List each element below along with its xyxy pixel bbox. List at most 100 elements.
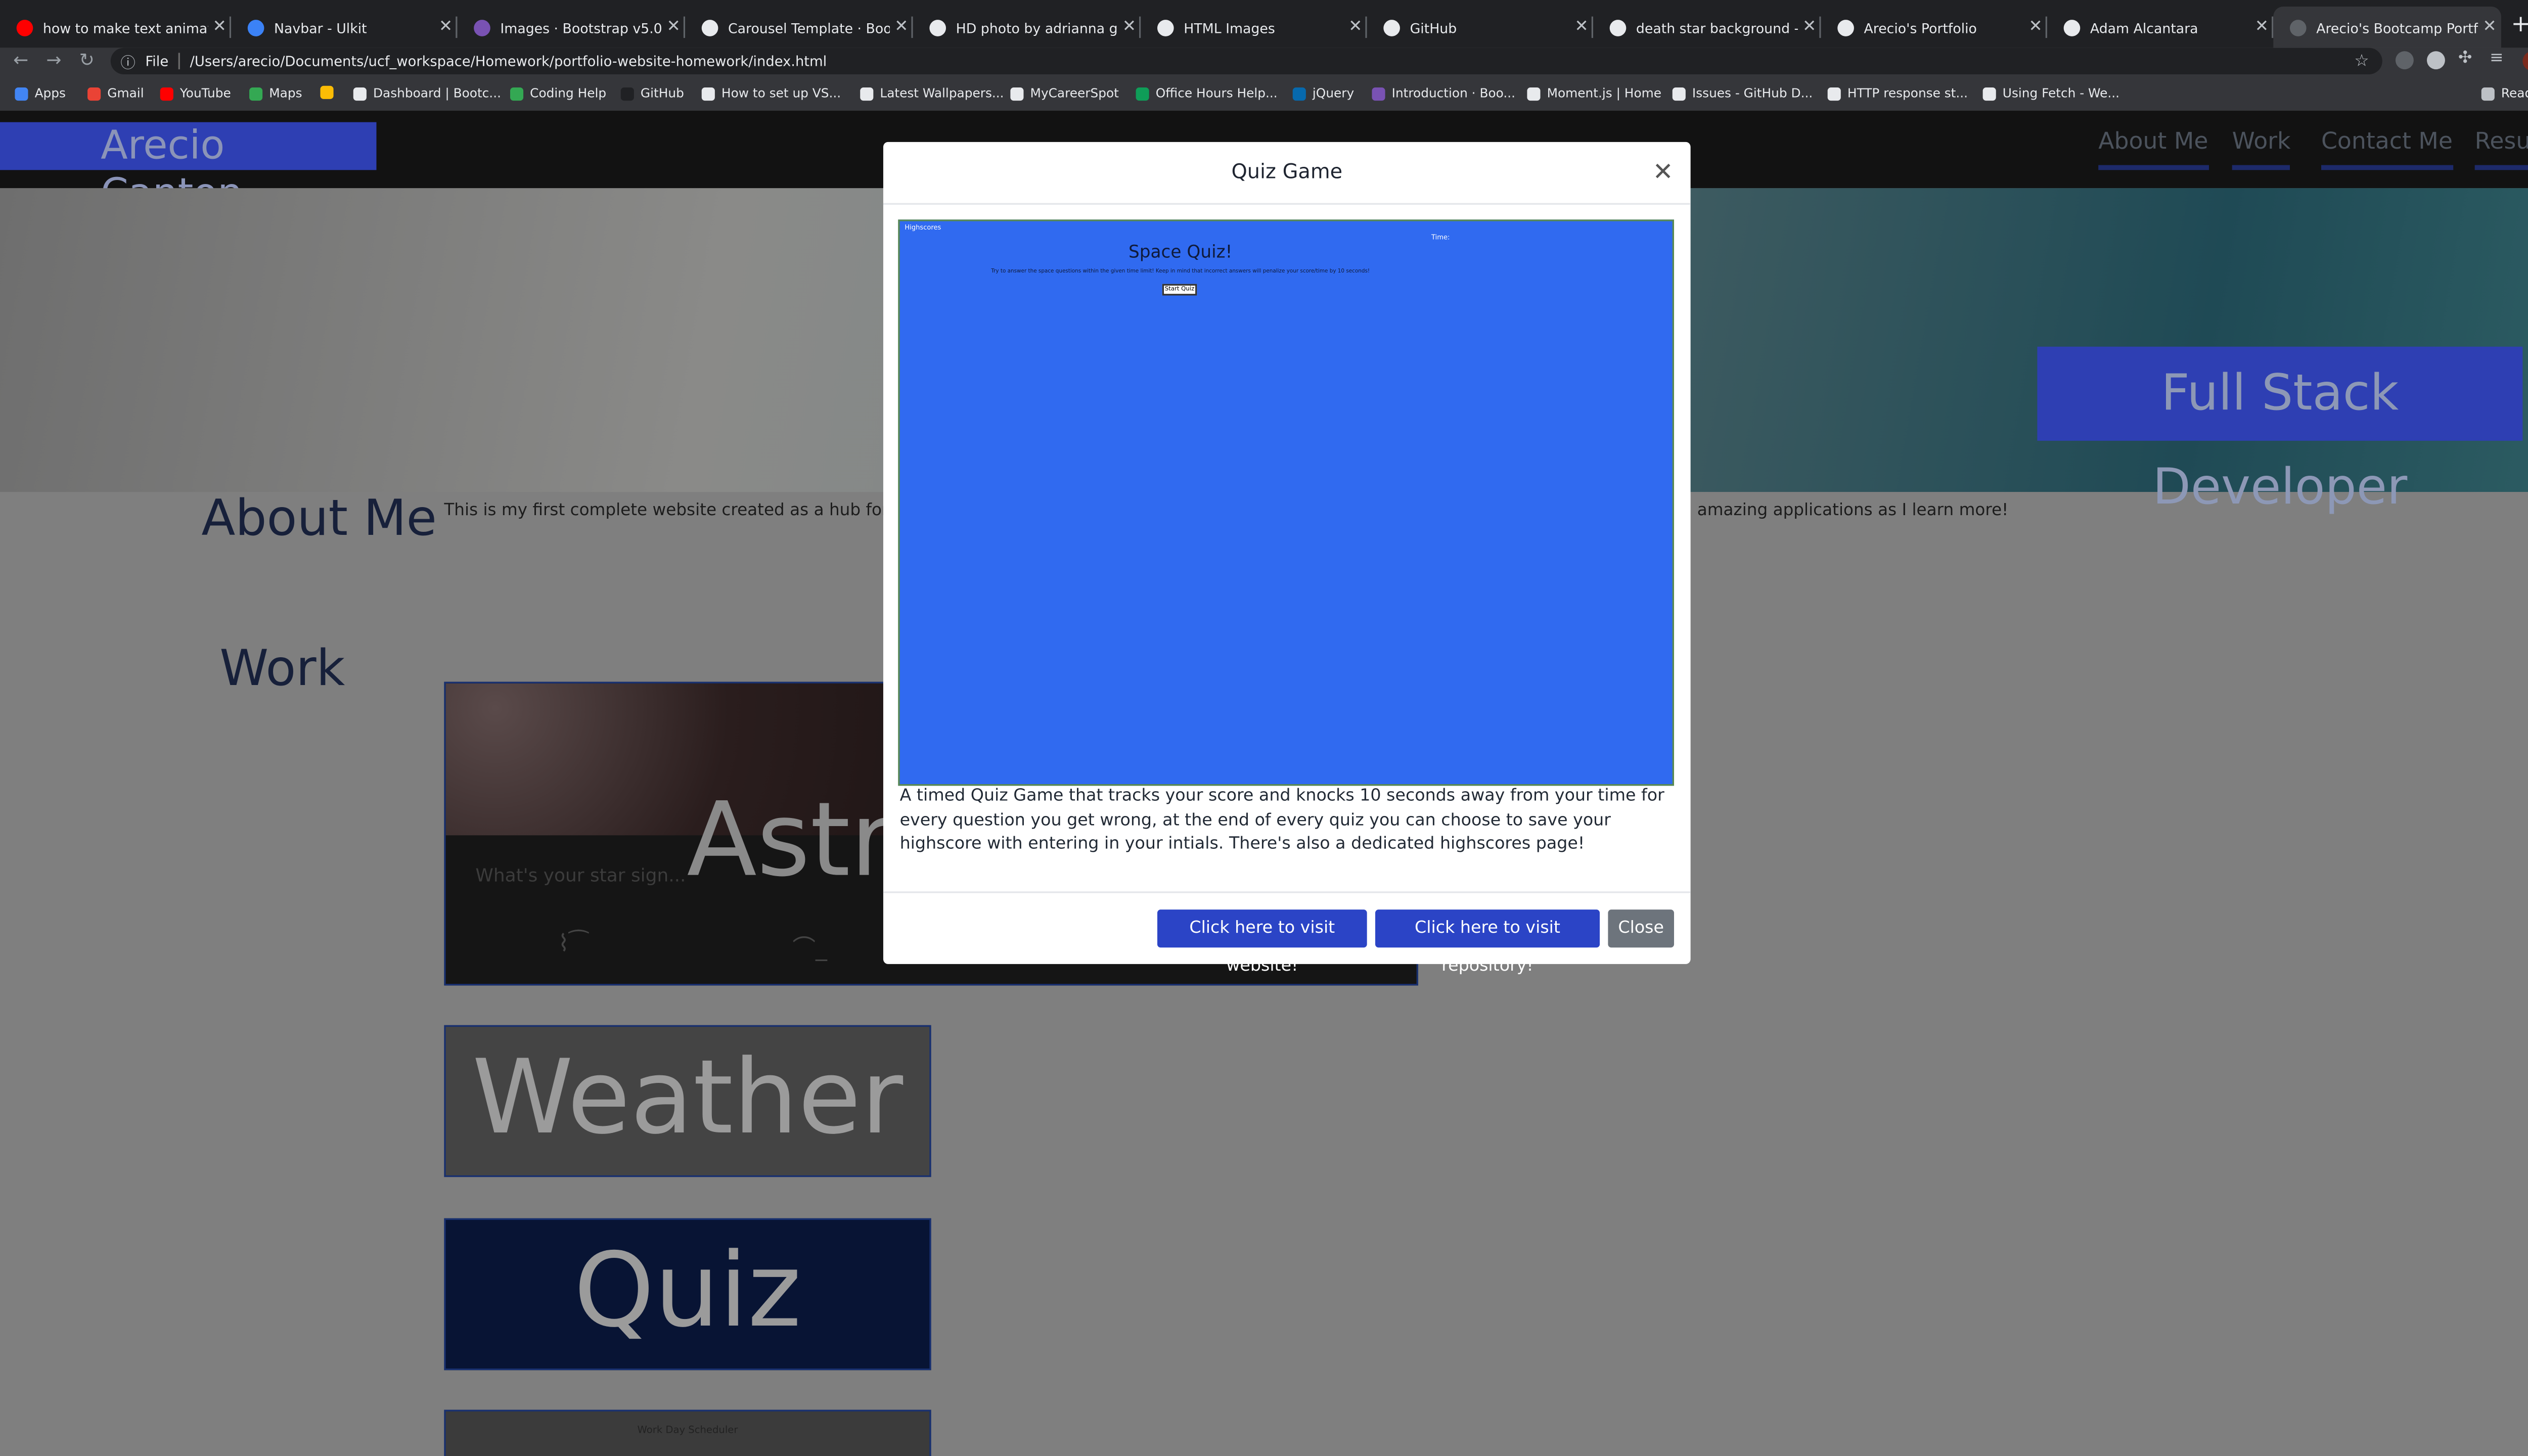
bookmark-item[interactable] — [320, 85, 340, 99]
forward-arrow-icon[interactable]: → — [46, 50, 61, 71]
bookmark-star-icon[interactable]: ☆ — [2354, 52, 2369, 70]
github-icon — [1383, 19, 1400, 36]
nav-about-me[interactable]: About Me — [2098, 129, 2208, 170]
visit-repository-button[interactable]: Click here to visit repository! — [1375, 909, 1600, 976]
mdn-icon — [1827, 86, 1841, 100]
about-text-end: amazing applications as I learn more! — [1697, 502, 2009, 520]
tab-7[interactable]: death star background - Go✕ — [1593, 7, 1821, 48]
nav-resume[interactable]: Resume — [2474, 129, 2528, 170]
close-tab-icon[interactable]: ✕ — [1570, 18, 1593, 36]
back-arrow-icon[interactable]: ← — [13, 50, 28, 71]
tab-4[interactable]: HD photo by adrianna geo ✕ — [913, 7, 1141, 48]
bookmark-item[interactable]: Dashboard | Bootc... — [353, 86, 501, 101]
puzzle-icon[interactable]: ✣ — [2458, 50, 2472, 68]
bookmark-item[interactable]: Coding Help — [510, 86, 606, 101]
tab-title: death star background - Go — [1636, 19, 1798, 36]
apps-grid-icon — [15, 86, 28, 100]
tab-title: Images · Bootstrap v5.0 — [500, 19, 662, 36]
media-icon[interactable]: ≡ — [2490, 50, 2503, 68]
bookmark-item[interactable]: Using Fetch - We... — [1982, 86, 2119, 101]
tab-title: Arecio's Portfolio — [1864, 19, 1977, 36]
phone-icon — [860, 86, 874, 100]
bookmark-item[interactable]: GitHub — [620, 86, 684, 101]
tab-5[interactable]: HTML Images ✕ — [1141, 7, 1367, 48]
a-icon — [701, 86, 715, 100]
address-bar[interactable]: ⓘ File /Users/arecio/Documents/ucf_works… — [110, 48, 2382, 74]
bookmark-item[interactable]: Apps — [15, 86, 66, 101]
reading-list-icon — [2481, 86, 2495, 100]
tab-6[interactable]: GitHub ✕ — [1367, 7, 1594, 48]
globe-icon — [1837, 19, 1854, 36]
bookmark-item[interactable]: Introduction · Boo... — [1372, 86, 1515, 101]
jquery-icon — [1292, 86, 1306, 100]
bookmark-item[interactable]: MyCareerSpot — [1010, 86, 1119, 101]
new-tab-button[interactable]: + — [2511, 12, 2528, 38]
toolbar: ← → ↻ ⓘ File /Users/arecio/Documents/ucf… — [0, 48, 2528, 78]
close-tab-icon[interactable]: ✕ — [1118, 18, 1141, 36]
bookmark-item[interactable]: Issues - GitHub D... — [1672, 86, 1813, 101]
tab-2[interactable]: Images · Bootstrap v5.0 ✕ — [457, 7, 686, 48]
project-modal: Quiz Game ✕ Highscores Time: Space Quiz!… — [883, 142, 1691, 976]
tab-10-active[interactable]: Arecio's Bootcamp Portfolio✕ — [2273, 7, 2501, 48]
info-icon[interactable]: ⓘ — [120, 51, 135, 72]
bootstrap-icon — [474, 19, 490, 36]
bookmark-item[interactable]: YouTube — [160, 86, 231, 101]
close-tab-icon[interactable]: ✕ — [2250, 18, 2274, 36]
bookmark-item[interactable]: Office Hours Help... — [1136, 86, 1278, 101]
close-tab-icon[interactable]: ✕ — [2024, 18, 2047, 36]
tab-0[interactable]: how to make text animation✕ — [0, 7, 232, 48]
tab-title: HTML Images — [1184, 19, 1275, 36]
bookmark-item[interactable]: HTTP response st... — [1827, 86, 1968, 101]
clock-icon — [1527, 86, 1541, 100]
tab-strip: how to make text animation✕ Navbar - Ulk… — [0, 0, 2528, 48]
preview-subtitle: Try to answer the space questions within… — [991, 267, 1370, 275]
close-button[interactable]: Close — [1608, 909, 1675, 948]
close-tab-icon[interactable]: ✕ — [208, 18, 231, 36]
w-icon — [510, 86, 524, 100]
tab-1[interactable]: Navbar - Ulkit ✕ — [231, 7, 458, 48]
project-card-quiz[interactable]: Quiz — [444, 1218, 931, 1371]
extension-icon[interactable] — [2426, 51, 2445, 70]
url-text[interactable]: /Users/arecio/Documents/ucf_workspace/Ho… — [190, 53, 827, 69]
extension-icon[interactable] — [2395, 51, 2414, 70]
visit-website-button[interactable]: Click here to visit website! — [1157, 909, 1367, 976]
screen: how to make text animation✕ Navbar - Ulk… — [0, 0, 2528, 1456]
bookmark-item[interactable]: How to set up VS... — [701, 86, 841, 101]
reload-icon[interactable]: ↻ — [79, 50, 95, 71]
nav-contact-me[interactable]: Contact Me — [2321, 129, 2453, 170]
preview-timer: Time: — [1431, 233, 1450, 241]
flag-icon — [320, 85, 334, 99]
avatar[interactable] — [2522, 51, 2528, 71]
github-icon — [620, 86, 634, 100]
close-tab-icon[interactable]: ✕ — [1798, 18, 1821, 36]
bookmark-item[interactable]: Latest Wallpapers... — [860, 86, 1004, 101]
careerspot-icon — [1010, 86, 1024, 100]
bookmark-item[interactable]: Maps — [249, 86, 302, 101]
close-tab-icon[interactable]: ✕ — [434, 18, 458, 36]
close-icon[interactable]: ✕ — [1653, 157, 1674, 187]
close-tab-icon[interactable]: ✕ — [2478, 18, 2501, 36]
bookmark-item[interactable]: Gmail — [87, 86, 144, 101]
project-card-scheduler[interactable]: Work Day Scheduler — [444, 1409, 931, 1456]
bookmark-item[interactable]: Moment.js | Home — [1527, 86, 1661, 101]
constellation-icon: ⌒_ — [792, 936, 827, 963]
tab-title: Arecio's Bootcamp Portfolio — [2316, 19, 2478, 36]
preview-highscores-link: Highscores — [905, 222, 941, 232]
about-text: This is my first complete website create… — [444, 502, 944, 520]
bookmark-item[interactable]: jQuery — [1292, 86, 1354, 101]
tab-3[interactable]: Carousel Template · Bootstr✕ — [685, 7, 913, 48]
nav-work[interactable]: Work — [2232, 129, 2291, 170]
project-card-weather[interactable]: Weather — [444, 1025, 931, 1177]
close-tab-icon[interactable]: ✕ — [1344, 18, 1367, 36]
tab-8[interactable]: Arecio's Portfolio ✕ — [1821, 7, 2047, 48]
sheets-icon — [1136, 86, 1149, 100]
hero-badge: Full Stack Developer — [2037, 346, 2523, 517]
close-tab-icon[interactable]: ✕ — [890, 18, 913, 36]
uikit-icon — [247, 19, 264, 36]
reading-list[interactable]: Reading List — [2481, 86, 2528, 101]
close-tab-icon[interactable]: ✕ — [662, 18, 685, 36]
maps-icon — [249, 86, 263, 100]
site-brand[interactable]: Arecio Canton — [0, 122, 377, 216]
tab-9[interactable]: Adam Alcantara ✕ — [2047, 7, 2274, 48]
divider — [883, 891, 1691, 893]
